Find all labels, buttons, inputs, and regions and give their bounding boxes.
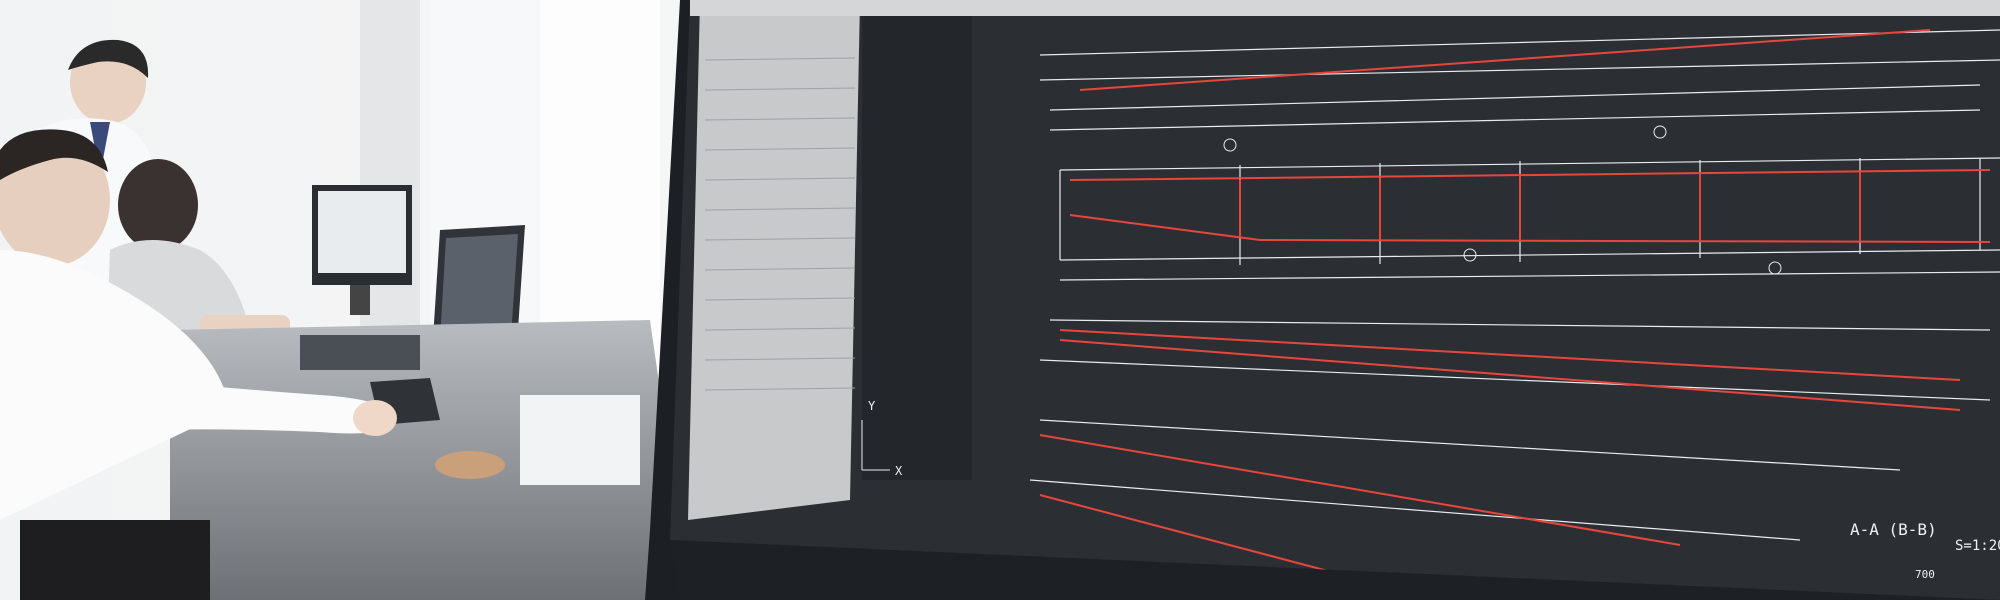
- desk-item: [435, 451, 505, 479]
- main-monitor-screen: A-A (B-B) S=1:20 Y X 700: [670, 0, 2000, 600]
- photo-canvas: A-A (B-B) S=1:20 Y X 700: [0, 0, 2000, 600]
- cad-toolstrip: [862, 0, 972, 480]
- cad-axis-y: Y: [868, 399, 876, 413]
- desk-box: [520, 395, 640, 485]
- office-photo: A-A (B-B) S=1:20 Y X 700: [0, 0, 2000, 600]
- cad-side-panel: [688, 0, 860, 520]
- cad-dimension-value: 700: [1915, 568, 1935, 581]
- desk-tray: [300, 335, 420, 370]
- cad-scale-label: S=1:20: [1955, 538, 2000, 554]
- cad-section-label: A-A (B-B): [1850, 520, 1937, 539]
- cad-titlebar: [690, 0, 2000, 16]
- cad-axis-x: X: [895, 464, 903, 478]
